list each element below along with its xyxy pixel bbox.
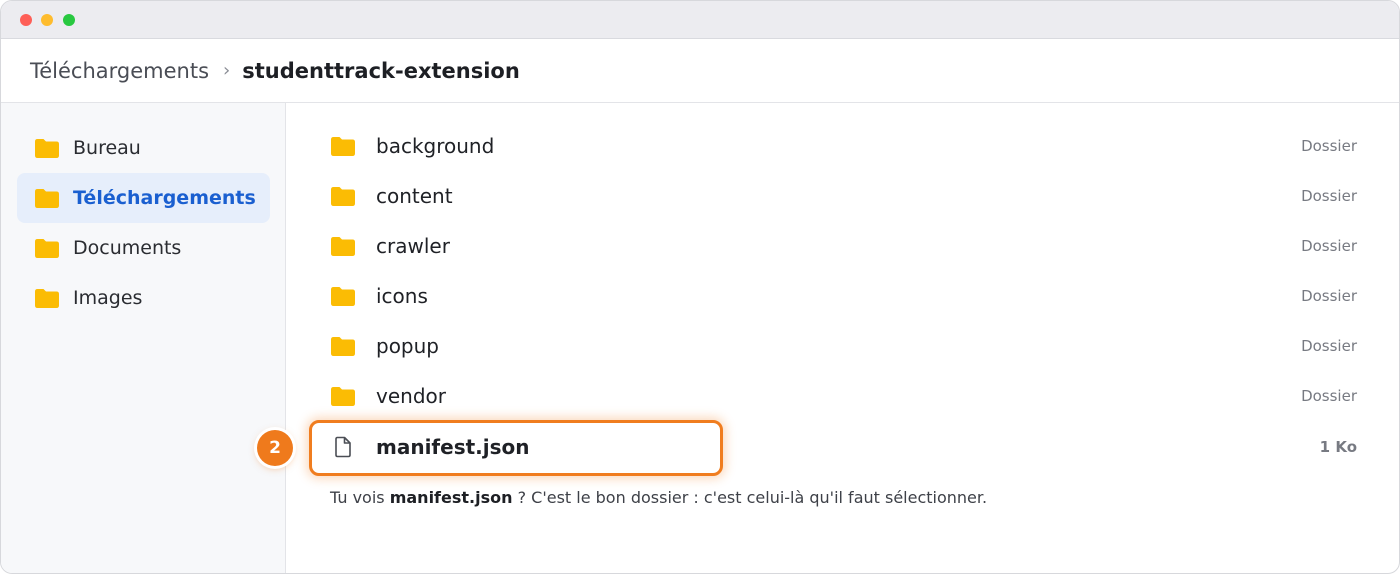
item-name: popup — [376, 334, 439, 358]
list-item-folder[interactable]: vendor Dossier — [331, 371, 1357, 421]
minimize-window-button[interactable] — [41, 14, 53, 26]
folder-icon — [35, 138, 59, 158]
sidebar-item-label: Images — [73, 287, 143, 309]
list-item-folder[interactable]: background Dossier — [331, 121, 1357, 171]
breadcrumb-parent[interactable]: Téléchargements — [30, 59, 209, 83]
step-badge: 2 — [257, 430, 293, 466]
list-item-folder[interactable]: icons Dossier — [331, 271, 1357, 321]
folder-icon — [35, 288, 59, 308]
list-item-file-manifest[interactable]: manifest.json 1 Ko — [331, 422, 1357, 472]
breadcrumb: Téléchargements › studenttrack-extension — [1, 39, 1399, 103]
folder-icon — [35, 238, 59, 258]
list-item-folder[interactable]: popup Dossier — [331, 321, 1357, 371]
sidebar-item-label: Bureau — [73, 137, 141, 159]
item-kind: Dossier — [1301, 237, 1357, 255]
sidebar: Bureau Téléchargements Documents Images — [1, 103, 286, 573]
maximize-window-button[interactable] — [63, 14, 75, 26]
file-picker-window: Téléchargements › studenttrack-extension… — [0, 0, 1400, 574]
folder-icon — [331, 186, 355, 206]
item-kind: Dossier — [1301, 337, 1357, 355]
item-name: vendor — [376, 384, 446, 408]
close-window-button[interactable] — [20, 14, 32, 26]
item-name: manifest.json — [376, 435, 530, 459]
item-kind: Dossier — [1301, 387, 1357, 405]
hint-text: Tu vois manifest.json ? C'est le bon dos… — [330, 488, 987, 507]
folder-icon — [331, 336, 355, 356]
item-kind: Dossier — [1301, 287, 1357, 305]
sidebar-item-telechargements[interactable]: Téléchargements — [17, 173, 270, 223]
list-item-folder[interactable]: crawler Dossier — [331, 221, 1357, 271]
hint-before: Tu vois — [330, 488, 390, 507]
item-kind: Dossier — [1301, 137, 1357, 155]
folder-icon — [331, 136, 355, 156]
item-name: icons — [376, 284, 428, 308]
folder-icon — [331, 236, 355, 256]
item-name: crawler — [376, 234, 450, 258]
file-list: background Dossier content Dossier crawl… — [257, 103, 1399, 573]
list-item-folder[interactable]: content Dossier — [331, 171, 1357, 221]
folder-icon — [35, 188, 59, 208]
sidebar-item-bureau[interactable]: Bureau — [17, 123, 270, 173]
item-kind: Dossier — [1301, 187, 1357, 205]
title-bar — [1, 1, 1399, 39]
sidebar-item-label: Documents — [73, 237, 182, 259]
breadcrumb-current: studenttrack-extension — [242, 58, 520, 83]
breadcrumb-separator: › — [223, 60, 231, 81]
sidebar-item-documents[interactable]: Documents — [17, 223, 270, 273]
sidebar-item-label: Téléchargements — [73, 187, 256, 209]
hint-emphasis: manifest.json — [389, 488, 513, 507]
folder-icon — [331, 286, 355, 306]
file-icon — [331, 435, 355, 459]
item-size: 1 Ko — [1319, 438, 1357, 456]
item-name: background — [376, 134, 495, 158]
item-name: content — [376, 184, 453, 208]
hint-after: ? C'est le bon dossier : c'est celui-là … — [512, 488, 988, 507]
sidebar-item-images[interactable]: Images — [17, 273, 270, 323]
folder-icon — [331, 386, 355, 406]
